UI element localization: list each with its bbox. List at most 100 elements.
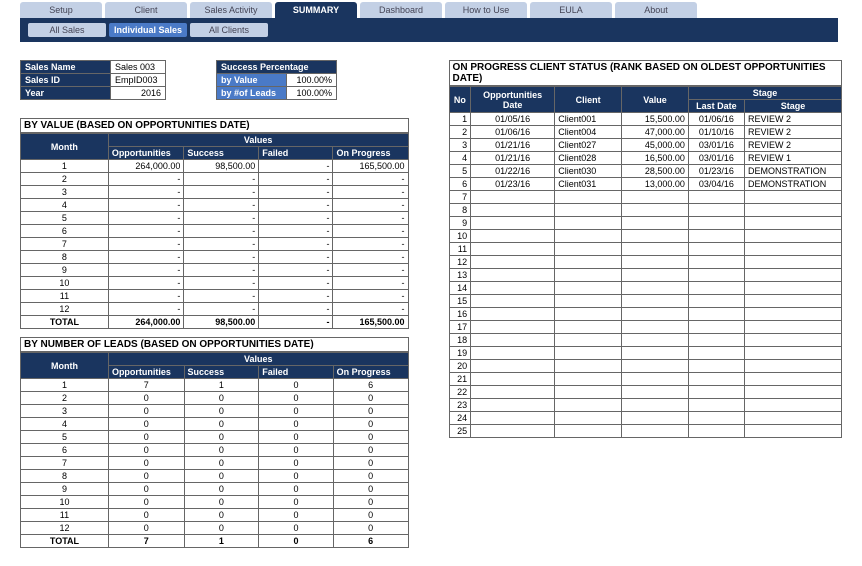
col-value: Value xyxy=(622,87,689,113)
cell-prog: - xyxy=(333,303,408,316)
tab-about[interactable]: About xyxy=(615,2,697,18)
cell-suc: 0 xyxy=(184,418,259,431)
progress-title: ON PROGRESS CLIENT STATUS (RANK BASED ON… xyxy=(449,60,842,86)
cell-client xyxy=(555,321,622,334)
table-row: 40000 xyxy=(21,418,409,431)
sales-name-value[interactable]: Sales 003 xyxy=(111,61,166,74)
tab-how-to-use[interactable]: How to Use xyxy=(445,2,527,18)
cell-suc: - xyxy=(184,225,259,238)
cell-fail: 0 xyxy=(259,522,333,535)
cell-prog: 0 xyxy=(333,405,408,418)
tab-summary[interactable]: SUMMARY xyxy=(275,2,357,18)
year-value[interactable]: 2016 xyxy=(111,87,166,100)
total-row: TOTAL7106 xyxy=(21,535,409,548)
cell-opp: 0 xyxy=(108,496,184,509)
table-row: 10 xyxy=(449,230,841,243)
cell-prog: - xyxy=(333,212,408,225)
by-value-value: 100.00% xyxy=(287,74,337,87)
tab-client[interactable]: Client xyxy=(105,2,187,18)
table-row: 110000 xyxy=(21,509,409,522)
cell-no: 3 xyxy=(449,139,471,152)
cell-date xyxy=(471,295,555,308)
cell-month: 10 xyxy=(21,277,109,290)
col-opp: Opportunities xyxy=(108,147,184,160)
col-client: Client xyxy=(555,87,622,113)
cell-opp: - xyxy=(108,173,184,186)
cell-total-opp: 7 xyxy=(108,535,184,548)
cell-stage xyxy=(744,269,841,282)
cell-value xyxy=(622,230,689,243)
cell-last xyxy=(688,243,744,256)
cell-opp: 0 xyxy=(108,470,184,483)
subtab-all-clients[interactable]: All Clients xyxy=(190,23,268,37)
cell-month: 5 xyxy=(21,431,109,444)
sales-name-label: Sales Name xyxy=(21,61,111,74)
cell-last xyxy=(688,425,744,438)
cell-suc: 0 xyxy=(184,405,259,418)
cell-no: 22 xyxy=(449,386,471,399)
cell-opp: - xyxy=(108,212,184,225)
cell-no: 13 xyxy=(449,269,471,282)
cell-last xyxy=(688,230,744,243)
cell-stage: REVIEW 2 xyxy=(744,113,841,126)
cell-no: 23 xyxy=(449,399,471,412)
cell-fail: - xyxy=(259,277,333,290)
cell-stage xyxy=(744,230,841,243)
cell-last xyxy=(688,217,744,230)
cell-opp: - xyxy=(108,186,184,199)
cell-value xyxy=(622,204,689,217)
cell-value xyxy=(622,243,689,256)
cell-prog: 165,500.00 xyxy=(333,160,408,173)
cell-no: 16 xyxy=(449,308,471,321)
cell-stage xyxy=(744,347,841,360)
cell-prog: - xyxy=(333,186,408,199)
cell-prog: 0 xyxy=(333,483,408,496)
cell-stage xyxy=(744,321,841,334)
cell-prog: 0 xyxy=(333,418,408,431)
cell-date xyxy=(471,425,555,438)
cell-date xyxy=(471,321,555,334)
subtab-individual-sales[interactable]: Individual Sales xyxy=(109,23,187,37)
sub-tab-ribbon: All SalesIndividual SalesAll Clients xyxy=(20,18,838,42)
cell-date xyxy=(471,230,555,243)
table-row: 19 xyxy=(449,347,841,360)
cell-last: 03/01/16 xyxy=(688,152,744,165)
total-row: TOTAL264,000.0098,500.00-165,500.00 xyxy=(21,316,409,329)
subtab-all-sales[interactable]: All Sales xyxy=(28,23,106,37)
sales-id-label: Sales ID xyxy=(21,74,111,87)
cell-no: 25 xyxy=(449,425,471,438)
cell-fail: - xyxy=(259,238,333,251)
cell-opp: 0 xyxy=(108,431,184,444)
table-row: 23 xyxy=(449,399,841,412)
table-row: 10---- xyxy=(21,277,409,290)
col-opp2: Opportunities xyxy=(108,366,184,379)
cell-month: 10 xyxy=(21,496,109,509)
cell-no: 2 xyxy=(449,126,471,139)
cell-no: 19 xyxy=(449,347,471,360)
tab-eula[interactable]: EULA xyxy=(530,2,612,18)
cell-value xyxy=(622,412,689,425)
cell-last xyxy=(688,256,744,269)
cell-total-fail: 0 xyxy=(259,535,333,548)
table-row: 501/22/16Client03028,500.0001/23/16DEMON… xyxy=(449,165,841,178)
cell-suc: - xyxy=(184,173,259,186)
tab-sales-activity[interactable]: Sales Activity xyxy=(190,2,272,18)
cell-client xyxy=(555,269,622,282)
cell-date xyxy=(471,243,555,256)
cell-prog: 0 xyxy=(333,470,408,483)
cell-month: 2 xyxy=(21,173,109,186)
cell-client: Client030 xyxy=(555,165,622,178)
tab-setup[interactable]: Setup xyxy=(20,2,102,18)
cell-suc: 0 xyxy=(184,483,259,496)
table-row: 8---- xyxy=(21,251,409,264)
cell-client xyxy=(555,204,622,217)
cell-last xyxy=(688,360,744,373)
cell-month: 12 xyxy=(21,522,109,535)
table-row: 11---- xyxy=(21,290,409,303)
cell-suc: 0 xyxy=(184,496,259,509)
tab-dashboard[interactable]: Dashboard xyxy=(360,2,442,18)
cell-last xyxy=(688,399,744,412)
cell-no: 18 xyxy=(449,334,471,347)
cell-client xyxy=(555,308,622,321)
cell-value xyxy=(622,334,689,347)
